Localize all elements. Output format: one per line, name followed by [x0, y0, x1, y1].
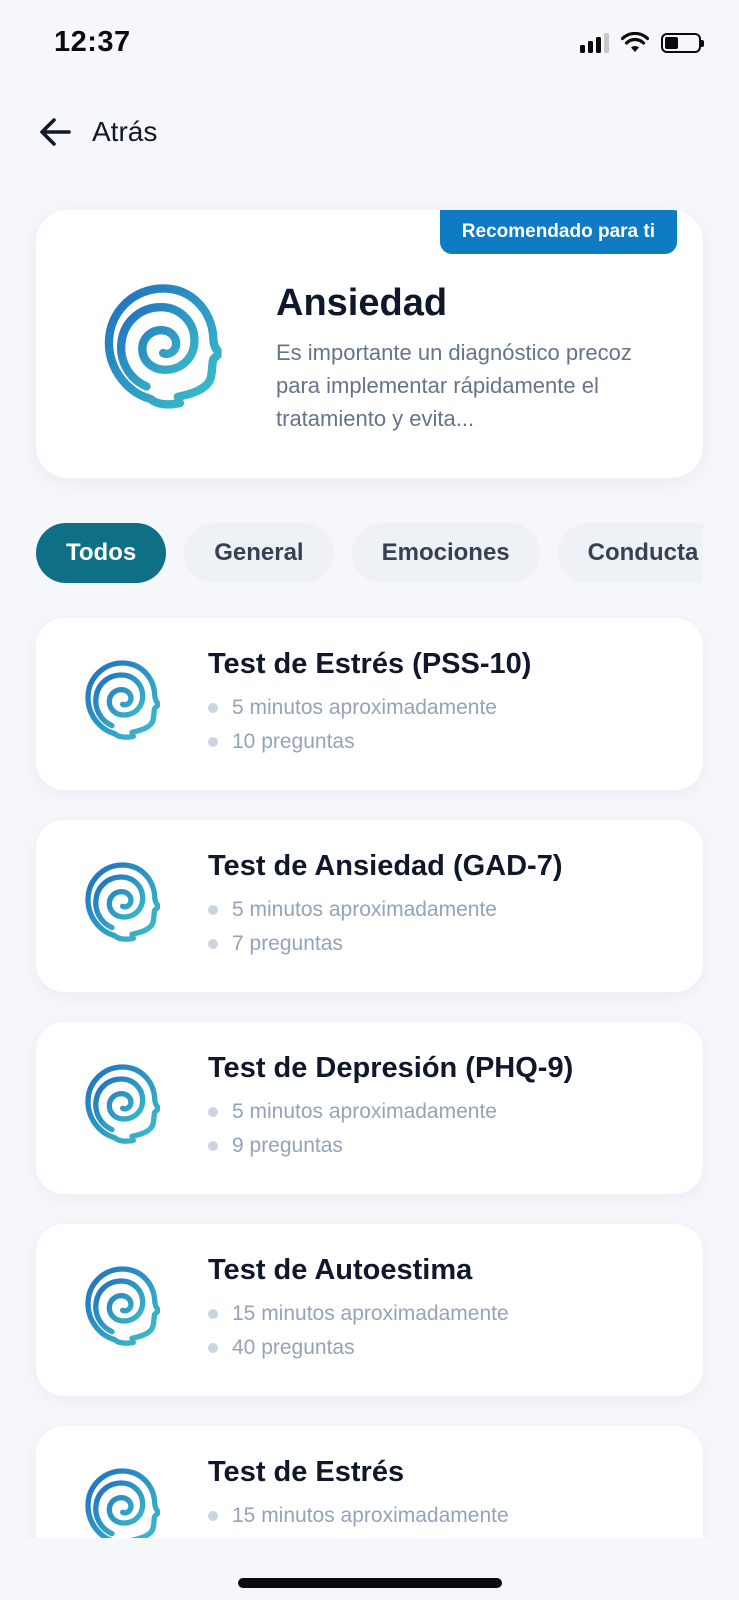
- test-questions-text: 10 preguntas: [232, 730, 355, 753]
- filter-chip-general[interactable]: General: [184, 523, 334, 583]
- filter-chip-emociones[interactable]: Emociones: [351, 523, 540, 583]
- test-duration-text: 15 minutos aproximadamente: [232, 1302, 509, 1325]
- test-duration: 5 minutos aproximadamente: [208, 1100, 497, 1124]
- test-card[interactable]: Test de Estrés (PSS-10) 5 minutos aproxi…: [36, 618, 703, 790]
- test-duration: 15 minutos aproximadamente: [208, 1302, 509, 1326]
- test-duration: 15 minutos aproximadamente: [208, 1504, 509, 1528]
- head-mind-icon: [80, 1060, 160, 1154]
- wifi-icon: [621, 32, 649, 52]
- filter-chip-todos[interactable]: Todos: [36, 523, 167, 583]
- test-questions: 40 preguntas: [208, 1336, 355, 1360]
- filter-chip-conducta[interactable]: Conducta: [557, 523, 703, 583]
- test-duration: 5 minutos aproximadamente: [208, 898, 497, 922]
- status-time: 12:37: [54, 26, 131, 58]
- bullet-dot-icon: [208, 1511, 218, 1521]
- test-duration: 5 minutos aproximadamente: [208, 696, 497, 720]
- test-duration-text: 5 minutos aproximadamente: [232, 1100, 497, 1123]
- bullet-dot-icon: [208, 1107, 218, 1117]
- test-questions: 7 preguntas: [208, 932, 343, 956]
- cellular-signal-icon: [580, 33, 609, 53]
- bullet-dot-icon: [208, 1309, 218, 1319]
- head-mind-icon: [80, 858, 160, 952]
- bullet-dot-icon: [208, 939, 218, 949]
- test-card[interactable]: Test de Autoestima 15 minutos aproximada…: [36, 1224, 703, 1396]
- filter-chips: Todos General Emociones Conducta: [36, 523, 703, 583]
- head-mind-icon: [80, 1262, 160, 1356]
- hero-description: Es importante un diagnóstico precoz para…: [276, 340, 632, 431]
- test-title: Test de Ansiedad (GAD-7): [208, 850, 563, 882]
- test-duration-text: 5 minutos aproximadamente: [232, 696, 497, 719]
- test-duration-text: 5 minutos aproximadamente: [232, 898, 497, 921]
- head-mind-icon: [96, 278, 222, 424]
- battery-icon: [661, 33, 704, 53]
- arrow-left-icon: [40, 118, 71, 146]
- home-indicator[interactable]: [238, 1578, 502, 1588]
- bottom-safe-area: [0, 1538, 739, 1600]
- hero-title: Ansiedad: [276, 282, 448, 324]
- test-duration-text: 15 minutos aproximadamente: [232, 1504, 509, 1527]
- test-card[interactable]: Test de Ansiedad (GAD-7) 5 minutos aprox…: [36, 820, 703, 992]
- back-button[interactable]: Atrás: [38, 116, 157, 148]
- recommended-card[interactable]: Recomendado para ti Ansiedad Es importan…: [36, 210, 703, 478]
- back-label: Atrás: [92, 116, 158, 147]
- status-bar: 12:37: [0, 0, 739, 90]
- bullet-dot-icon: [208, 737, 218, 747]
- test-title: Test de Estrés: [208, 1456, 405, 1488]
- test-card[interactable]: Test de Depresión (PHQ-9) 5 minutos apro…: [36, 1022, 703, 1194]
- test-title: Test de Depresión (PHQ-9): [208, 1052, 574, 1084]
- test-questions-text: 40 preguntas: [232, 1336, 355, 1359]
- head-mind-icon: [80, 656, 160, 750]
- test-title: Test de Estrés (PSS-10): [208, 648, 532, 680]
- test-questions-text: 7 preguntas: [232, 932, 343, 955]
- bullet-dot-icon: [208, 905, 218, 915]
- test-questions-text: 9 preguntas: [232, 1134, 343, 1157]
- status-icons: [580, 32, 704, 54]
- bullet-dot-icon: [208, 703, 218, 713]
- recommended-badge: Recomendado para ti: [439, 210, 677, 254]
- test-questions: 10 preguntas: [208, 730, 355, 754]
- test-title: Test de Autoestima: [208, 1254, 473, 1286]
- bullet-dot-icon: [208, 1141, 218, 1151]
- bullet-dot-icon: [208, 1343, 218, 1353]
- test-questions: 9 preguntas: [208, 1134, 343, 1158]
